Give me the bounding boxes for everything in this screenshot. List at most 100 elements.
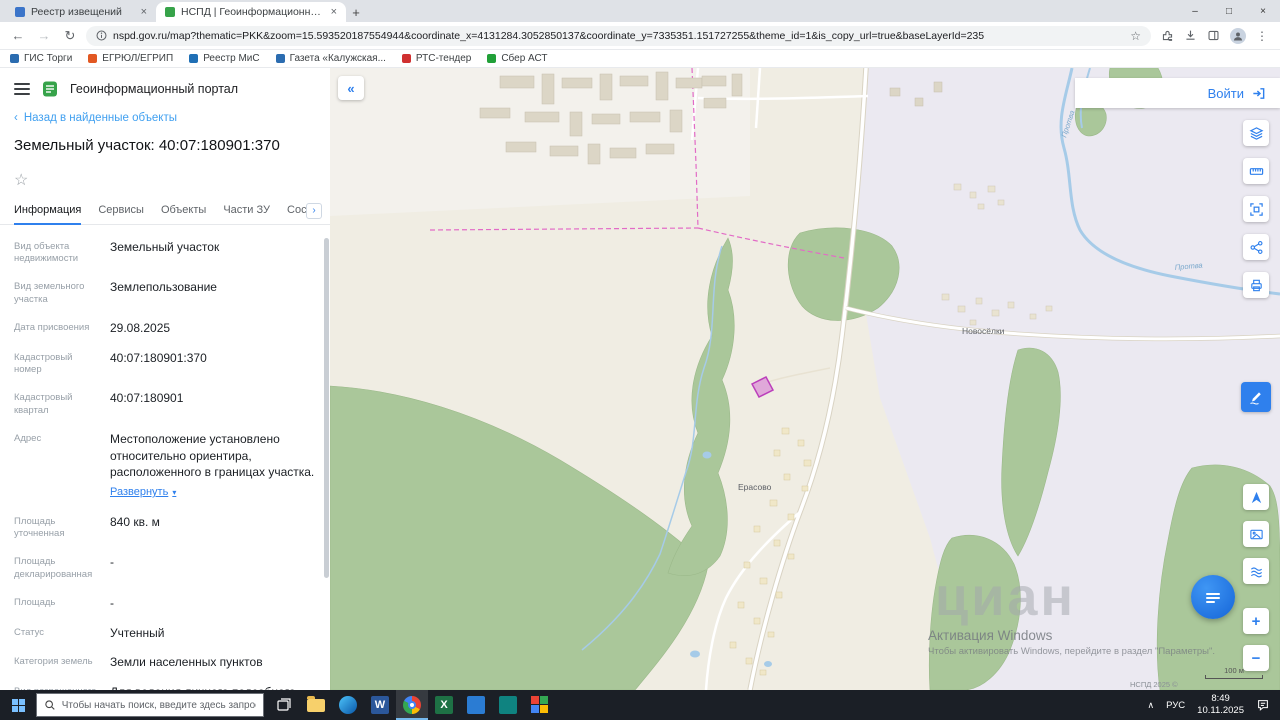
taskbar-excel[interactable]: X bbox=[428, 690, 460, 720]
print-icon bbox=[1250, 279, 1262, 291]
tab-nspd[interactable]: НСПД | Геоинформационный п × bbox=[156, 2, 346, 22]
image-icon bbox=[1249, 529, 1263, 539]
back-button[interactable]: ← bbox=[8, 26, 28, 46]
field-row: Площадь декларированная - bbox=[14, 554, 318, 582]
map-scale-bar: 100 м bbox=[1205, 666, 1263, 679]
basemap-button[interactable] bbox=[1243, 521, 1269, 547]
field-label: Кадастровый квартал bbox=[14, 392, 73, 416]
browser-menu-icon[interactable]: ⋮ bbox=[1256, 29, 1268, 43]
tab-services[interactable]: Сервисы bbox=[98, 204, 144, 224]
location-arrow-icon bbox=[1251, 491, 1261, 503]
tab2-close-icon[interactable]: × bbox=[331, 6, 337, 18]
favorite-star-icon[interactable]: ☆ bbox=[14, 172, 28, 189]
bookmark-gazeta[interactable]: Газета «Калужская... bbox=[275, 53, 386, 64]
chat-lines-icon bbox=[1206, 593, 1220, 603]
bookmark-sber-ast[interactable]: Сбер АСТ bbox=[487, 53, 548, 64]
blue-app-icon bbox=[467, 696, 485, 714]
taskbar-explorer[interactable] bbox=[300, 690, 332, 720]
clock-date: 10.11.2025 bbox=[1197, 705, 1244, 716]
bookmark-label: Реестр МиС bbox=[203, 53, 260, 64]
locate-me-button[interactable] bbox=[1243, 484, 1269, 510]
profile-avatar[interactable] bbox=[1230, 27, 1246, 44]
back-link-label: Назад в найденные объекты bbox=[23, 112, 178, 124]
address-bar[interactable]: nspd.gov.ru/map?thematic=PKK&zoom=15.593… bbox=[86, 25, 1151, 46]
field-value: 40:07:180901 bbox=[110, 391, 184, 406]
nspd-logo-icon bbox=[43, 81, 57, 97]
taskbar-edge[interactable] bbox=[332, 690, 364, 720]
field-value: Землепользование bbox=[110, 280, 217, 295]
window-maximize-button[interactable]: □ bbox=[1212, 0, 1246, 22]
field-value: - bbox=[110, 555, 114, 570]
field-value: 40:07:180901:370 bbox=[110, 350, 207, 365]
bookmark-star-icon[interactable]: ☆ bbox=[1130, 29, 1141, 43]
chat-support-button[interactable] bbox=[1191, 575, 1235, 619]
taskbar-clock[interactable]: 8:49 10.11.2025 bbox=[1197, 693, 1244, 717]
tab-information[interactable]: Информация bbox=[14, 204, 82, 225]
login-arrow-icon[interactable] bbox=[1251, 86, 1266, 101]
browser-navbar: ← → ↻ nspd.gov.ru/map?thematic=PKK&zoom=… bbox=[0, 22, 1280, 50]
bookmarks-bar: ГИС Торги ЕГРЮЛ/ЕГРИП Реестр МиС Газета … bbox=[0, 50, 1280, 68]
bookmark-favicon bbox=[487, 54, 497, 63]
panel-scrollbar[interactable] bbox=[324, 238, 329, 578]
taskbar-search-input[interactable]: Чтобы начать поиск, введите здесь запрос bbox=[36, 693, 264, 717]
tabs-scroll-right-button[interactable]: › bbox=[306, 202, 322, 219]
menu-burger-icon[interactable] bbox=[14, 83, 30, 95]
downloads-icon[interactable] bbox=[1184, 29, 1197, 42]
forward-button[interactable]: → bbox=[34, 26, 54, 46]
print-button[interactable] bbox=[1243, 272, 1269, 298]
field-label: Вид земельного участка bbox=[14, 281, 85, 305]
task-view-button[interactable] bbox=[268, 690, 300, 720]
panel-collapse-button[interactable]: « bbox=[338, 76, 364, 100]
tray-chevron-icon[interactable]: ∧ bbox=[1148, 700, 1155, 711]
map-area[interactable]: Новосёлки Ерасово Протва Протва циан Акт… bbox=[330, 68, 1280, 690]
taskbar-app-blue[interactable] bbox=[460, 690, 492, 720]
bookmark-favicon bbox=[189, 54, 199, 63]
tab-objects[interactable]: Объекты bbox=[161, 204, 206, 224]
bookmark-reestr-mis[interactable]: Реестр МиС bbox=[189, 53, 260, 64]
field-row: Вид земельного участка Землепользование bbox=[14, 279, 318, 307]
bookmark-egrul[interactable]: ЕГРЮЛ/ЕГРИП bbox=[88, 53, 173, 64]
favorite-row: ☆ bbox=[0, 156, 330, 196]
photos-icon bbox=[531, 696, 549, 714]
language-indicator[interactable]: РУС bbox=[1166, 700, 1185, 711]
field-label: Кадастровый номер bbox=[14, 351, 73, 376]
bookmark-gis-torgi[interactable]: ГИС Торги bbox=[10, 53, 72, 64]
portal-title: Геоинформационный портал bbox=[70, 82, 239, 96]
waves-icon bbox=[1250, 566, 1262, 577]
side-panel-icon[interactable] bbox=[1207, 29, 1220, 42]
expand-label: Развернуть bbox=[110, 486, 169, 499]
field-value: Местоположение установлено относительно … bbox=[110, 431, 318, 501]
taskbar-word[interactable]: W bbox=[364, 690, 396, 720]
login-button[interactable]: Войти bbox=[1208, 86, 1244, 101]
back-to-results-link[interactable]: ‹ Назад в найденные объекты bbox=[0, 108, 330, 126]
water-layers-button[interactable] bbox=[1243, 558, 1269, 584]
draw-tool-button-active[interactable] bbox=[1241, 382, 1271, 412]
bookmark-rts-tender[interactable]: РТС-тендер bbox=[401, 53, 471, 64]
taskbar-app-teal[interactable] bbox=[492, 690, 524, 720]
address-text: Местоположение установлено относительно … bbox=[110, 431, 315, 480]
new-tab-button[interactable]: + bbox=[346, 2, 366, 22]
area-select-button[interactable] bbox=[1243, 196, 1269, 222]
zoom-in-button[interactable]: + bbox=[1243, 608, 1269, 634]
map-copyright: НСПД 2025 © bbox=[1130, 680, 1178, 689]
tab-reestr[interactable]: Реестр извещений × bbox=[6, 2, 156, 22]
taskbar-browser-active[interactable] bbox=[396, 690, 428, 720]
expand-link[interactable]: Развернуть ▾ bbox=[110, 485, 176, 500]
reload-button[interactable]: ↻ bbox=[60, 26, 80, 46]
start-button[interactable] bbox=[0, 690, 36, 720]
tab-parts[interactable]: Части ЗУ bbox=[223, 204, 270, 224]
field-row: Кадастровый квартал 40:07:180901 bbox=[14, 390, 318, 418]
window-close-button[interactable]: × bbox=[1246, 0, 1280, 22]
field-row: Кадастровый номер 40:07:180901:370 bbox=[14, 350, 318, 378]
field-row: Площадь уточненная 840 кв. м bbox=[14, 514, 318, 542]
window-minimize-button[interactable]: – bbox=[1178, 0, 1212, 22]
action-center-icon[interactable] bbox=[1256, 698, 1270, 712]
layers-button[interactable] bbox=[1243, 120, 1269, 146]
ruler-button[interactable] bbox=[1243, 158, 1269, 184]
cian-watermark: циан bbox=[935, 567, 1077, 627]
taskbar-photos[interactable] bbox=[524, 690, 556, 720]
site-info-icon[interactable] bbox=[96, 30, 107, 41]
tab1-close-icon[interactable]: × bbox=[141, 6, 147, 18]
share-button[interactable] bbox=[1243, 234, 1269, 260]
extensions-puzzle-icon[interactable] bbox=[1161, 29, 1174, 42]
